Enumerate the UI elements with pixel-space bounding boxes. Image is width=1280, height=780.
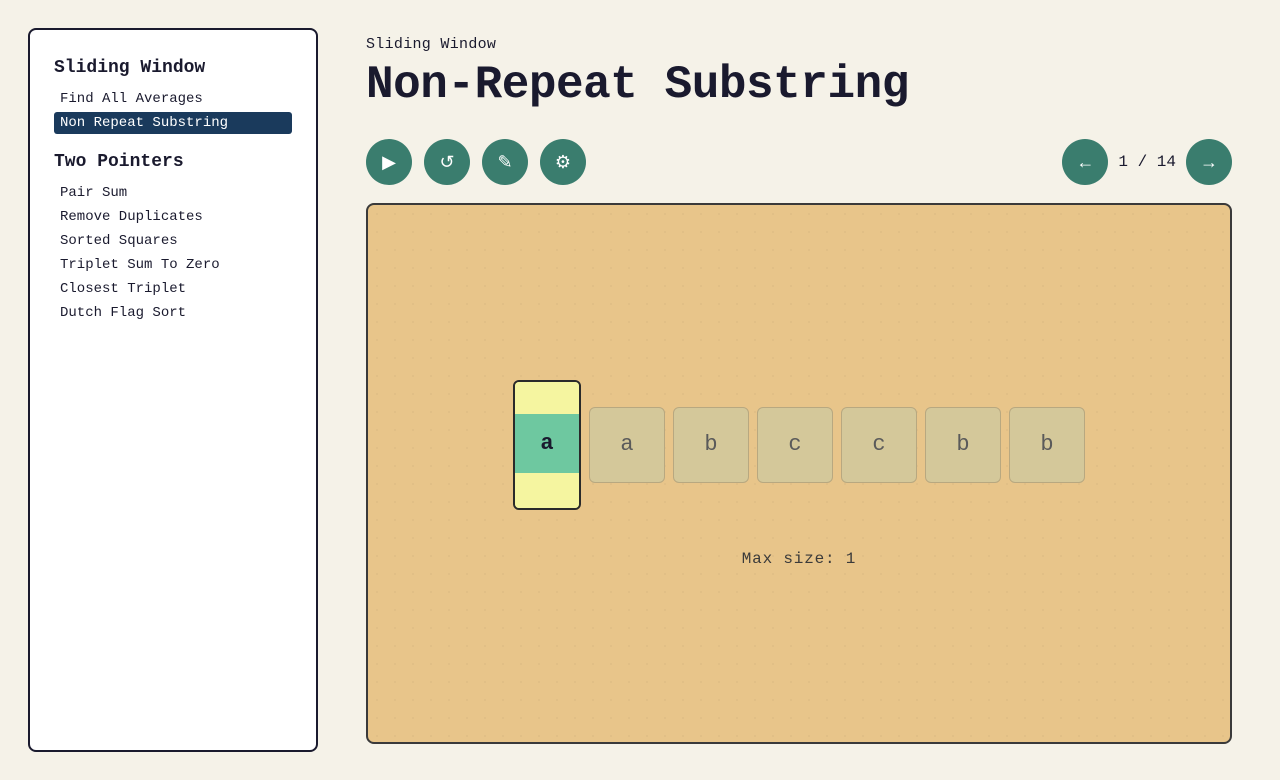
window-cell-char: a — [515, 414, 579, 472]
breadcrumb: Sliding Window — [366, 36, 1232, 53]
controls-left: ▶ ↺ ✎ ⚙ — [366, 139, 586, 185]
sidebar-item-closest-triplet[interactable]: Closest Triplet — [54, 278, 292, 300]
page-total: 14 — [1157, 153, 1176, 171]
sidebar-item-non-repeat-substring[interactable]: Non Repeat Substring — [54, 112, 292, 134]
window-cell: a — [513, 380, 581, 510]
settings-button[interactable]: ⚙ — [540, 139, 586, 185]
array-cell-0: a — [589, 407, 665, 483]
page-title: Non-Repeat Substring — [366, 59, 1232, 111]
prev-button[interactable]: ← — [1062, 139, 1108, 185]
sidebar-item-sorted-squares[interactable]: Sorted Squares — [54, 230, 292, 252]
sidebar-section-title-two-pointers: Two Pointers — [54, 152, 292, 172]
controls-right: ← 1 / 14 → — [1062, 139, 1232, 185]
sidebar-item-find-all-averages[interactable]: Find All Averages — [54, 88, 292, 110]
play-button[interactable]: ▶ — [366, 139, 412, 185]
sidebar-item-remove-duplicates[interactable]: Remove Duplicates — [54, 206, 292, 228]
array-cell-5: b — [1009, 407, 1085, 483]
sidebar-section-title-sliding: Sliding Window — [54, 58, 292, 78]
sidebar: Sliding Window Find All Averages Non Rep… — [28, 28, 318, 752]
visualization-area: a a b c c b b Max size: 1 — [366, 203, 1232, 744]
window-cell-bottom — [515, 473, 579, 508]
sidebar-item-pair-sum[interactable]: Pair Sum — [54, 182, 292, 204]
array-cell-3: c — [841, 407, 917, 483]
sidebar-item-dutch-flag[interactable]: Dutch Flag Sort — [54, 302, 292, 324]
edit-button[interactable]: ✎ — [482, 139, 528, 185]
window-cell-top — [515, 382, 579, 415]
page-counter: 1 / 14 — [1118, 153, 1176, 171]
controls-bar: ▶ ↺ ✎ ⚙ ← 1 / 14 → — [366, 139, 1232, 185]
page-current: 1 — [1118, 153, 1128, 171]
array-cell-1: b — [673, 407, 749, 483]
next-button[interactable]: → — [1186, 139, 1232, 185]
max-size-label: Max size: 1 — [742, 550, 856, 568]
main-content: Sliding Window Non-Repeat Substring ▶ ↺ … — [318, 0, 1280, 780]
array-cell-4: b — [925, 407, 1001, 483]
array-cell-2: c — [757, 407, 833, 483]
reset-button[interactable]: ↺ — [424, 139, 470, 185]
array-container: a a b c c b b — [513, 380, 1085, 510]
page-separator: / — [1138, 153, 1148, 171]
sidebar-item-triplet-sum[interactable]: Triplet Sum To Zero — [54, 254, 292, 276]
